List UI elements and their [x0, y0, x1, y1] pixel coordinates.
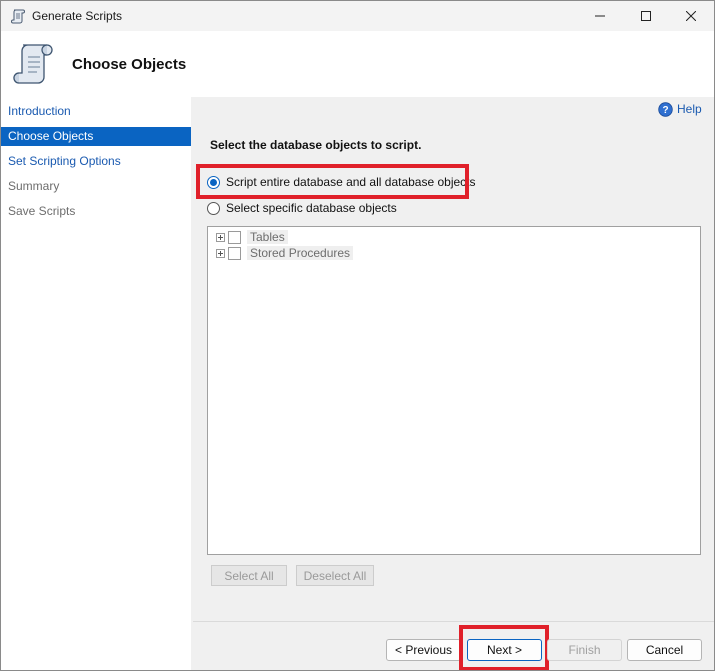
select-all-button[interactable]: Select All — [211, 565, 287, 586]
tree-node-label: Tables — [247, 230, 288, 244]
tree-node-label: Stored Procedures — [247, 246, 354, 260]
help-icon: ? — [658, 101, 673, 117]
title-bar[interactable]: Generate Scripts — [1, 1, 714, 31]
checkbox[interactable] — [228, 230, 241, 244]
sidebar-item-set-scripting-options[interactable]: Set Scripting Options — [1, 152, 191, 171]
wizard-sidebar: Introduction Choose Objects Set Scriptin… — [1, 97, 191, 670]
svg-text:?: ? — [662, 105, 668, 116]
instruction-text: Select the database objects to script. — [210, 138, 422, 152]
tree-node-tables[interactable]: Tables — [216, 230, 288, 244]
finish-button[interactable]: Finish — [547, 639, 622, 661]
expand-icon[interactable] — [216, 232, 225, 242]
object-tree[interactable]: Tables Stored Procedures — [207, 226, 701, 555]
scroll-icon — [13, 44, 53, 84]
sidebar-item-choose-objects[interactable]: Choose Objects — [1, 127, 191, 146]
window-title: Generate Scripts — [32, 9, 123, 23]
help-label: Help — [677, 102, 702, 116]
deselect-all-button[interactable]: Deselect All — [296, 565, 374, 586]
minimize-button[interactable] — [577, 1, 623, 31]
tree-node-stored-procedures[interactable]: Stored Procedures — [216, 246, 354, 260]
sidebar-item-summary: Summary — [8, 179, 60, 193]
select-specific-objects-label: Select specific database objects — [226, 201, 397, 215]
main-panel: ? Help Select the database objects to sc… — [193, 97, 714, 621]
help-link[interactable]: ? Help — [658, 101, 702, 117]
script-entire-database-label: Script entire database and all database … — [226, 175, 476, 189]
sidebar-item-save-scripts: Save Scripts — [8, 204, 76, 218]
page-header: Choose Objects — [1, 31, 714, 97]
checkbox[interactable] — [228, 246, 241, 260]
select-specific-objects-option[interactable]: Select specific database objects — [207, 200, 397, 216]
script-entire-database-option[interactable]: Script entire database and all database … — [207, 174, 476, 190]
sidebar-item-introduction[interactable]: Introduction — [1, 102, 191, 121]
wizard-footer: < Previous Next > Finish Cancel — [193, 621, 714, 670]
generate-scripts-dialog: Generate Scripts Choose Objects Introduc… — [0, 0, 715, 671]
next-button[interactable]: Next > — [467, 639, 542, 661]
radio-button-checked[interactable] — [207, 175, 220, 189]
radio-button[interactable] — [207, 201, 220, 215]
expand-icon[interactable] — [216, 248, 225, 258]
close-button[interactable] — [668, 1, 714, 31]
scroll-icon — [11, 9, 25, 24]
cancel-button[interactable]: Cancel — [627, 639, 702, 661]
maximize-button[interactable] — [623, 1, 669, 31]
page-title: Choose Objects — [72, 56, 187, 73]
close-icon — [686, 11, 696, 21]
previous-button[interactable]: < Previous — [386, 639, 461, 661]
minimize-icon — [595, 15, 605, 17]
maximize-icon — [641, 11, 651, 21]
